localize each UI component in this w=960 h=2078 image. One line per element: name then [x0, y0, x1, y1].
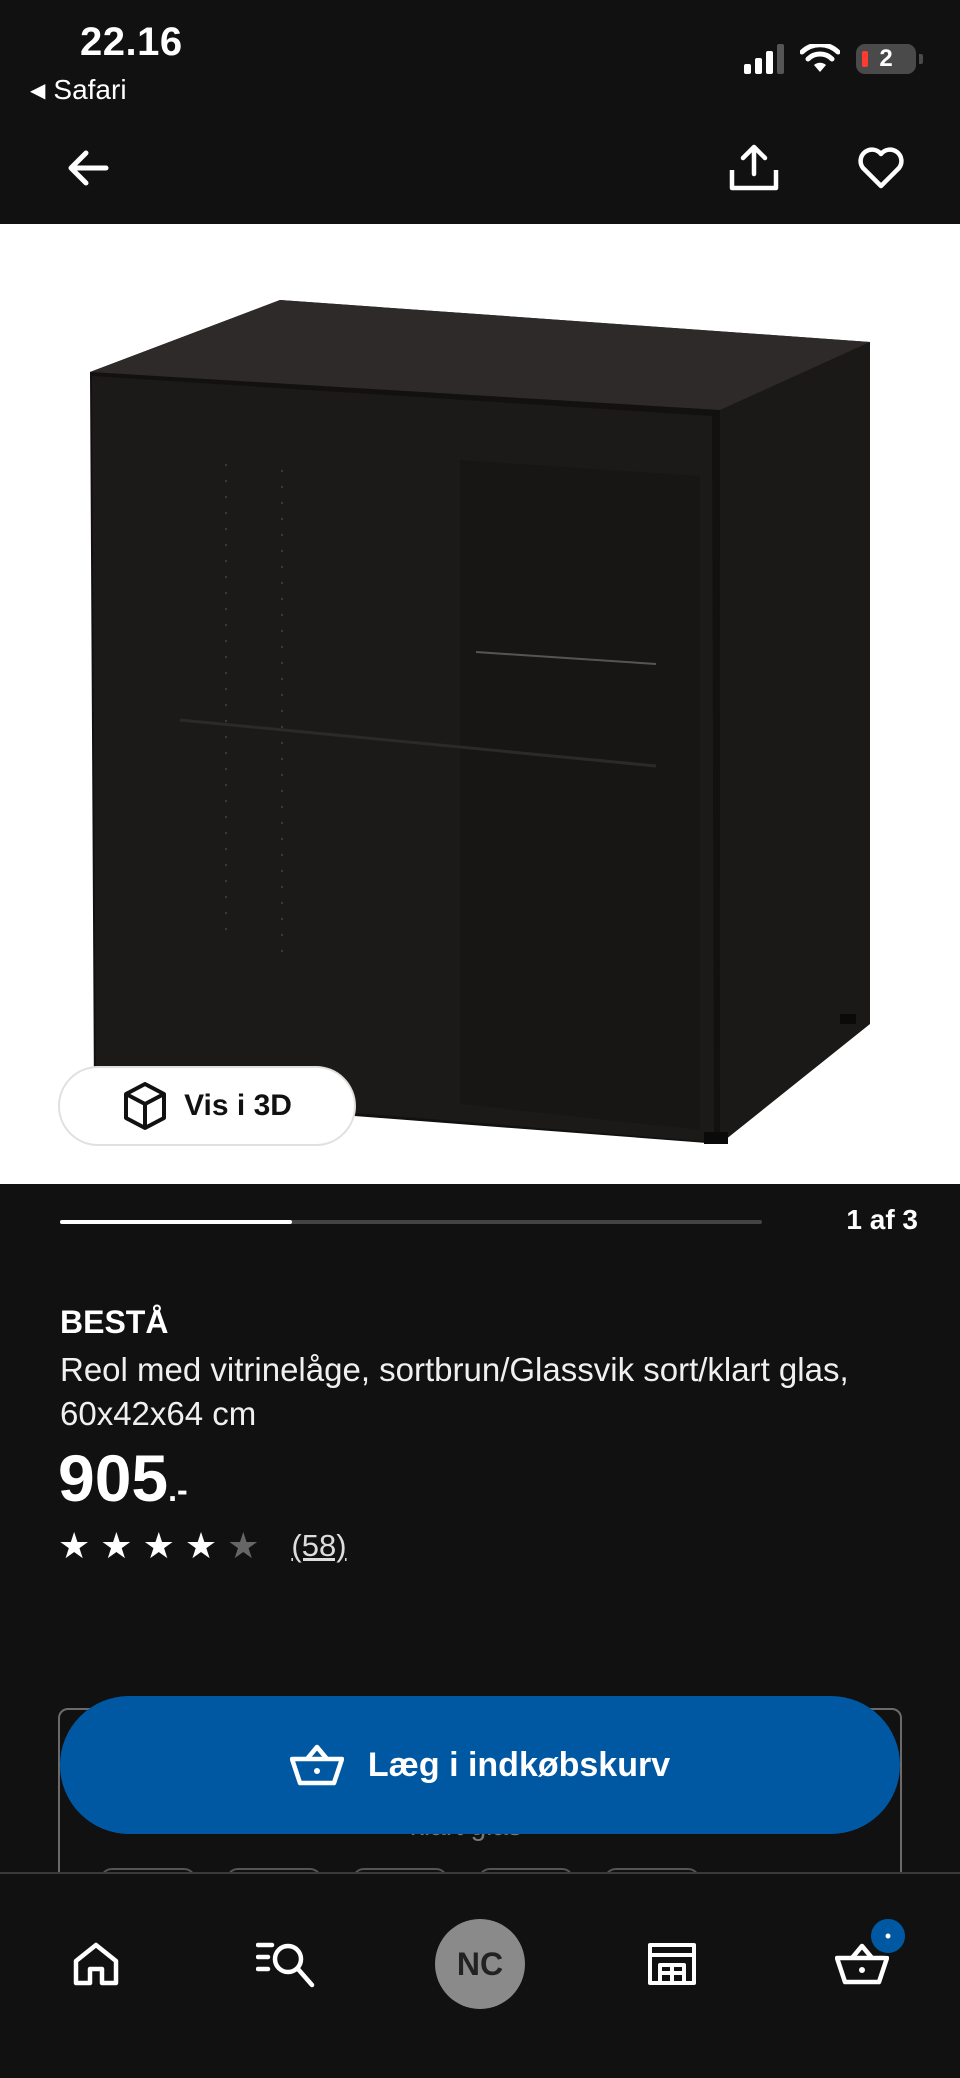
view-in-3d-label: Vis i 3D: [184, 1089, 292, 1122]
arrow-left-icon: [68, 150, 109, 186]
product-image[interactable]: [0, 224, 960, 1184]
price-value: 905: [58, 1441, 169, 1515]
status-indicators: 2: [744, 44, 923, 74]
star-icon: ★: [58, 1525, 91, 1566]
status-time: 22.16: [80, 20, 183, 64]
back-app-label: Safari: [53, 74, 127, 105]
store-icon: [648, 1943, 696, 1985]
back-to-app-link[interactable]: ◀ Safari: [30, 74, 127, 106]
star-icon: ★: [100, 1525, 133, 1566]
bottom-navigation: NC •: [0, 1872, 960, 2078]
price-suffix: .-: [168, 1472, 188, 1508]
basket-icon: [289, 1744, 344, 1786]
review-count-link[interactable]: (58): [291, 1528, 346, 1564]
back-triangle-icon: ◀: [30, 79, 46, 102]
product-description: Reol med vitrinelåge, sortbrun/Glassvik …: [60, 1351, 849, 1432]
share-icon: [729, 144, 779, 191]
nav-search[interactable]: [236, 1914, 336, 2014]
battery-icon: 2: [856, 44, 923, 74]
product-rating[interactable]: ★ ★ ★ ★ ★ (58): [58, 1528, 347, 1564]
search-icon: [256, 1942, 315, 1988]
avatar: NC: [435, 1919, 525, 2009]
star-icon: ★: [184, 1525, 218, 1566]
star-icon: ★: [227, 1525, 260, 1566]
favorite-button[interactable]: [841, 128, 921, 208]
heart-icon: [858, 147, 904, 189]
cellular-signal-icon: [744, 44, 784, 74]
nav-stores[interactable]: [622, 1914, 722, 2014]
battery-level: 2: [879, 45, 893, 72]
nav-profile[interactable]: NC: [430, 1914, 530, 2014]
product-price: 905 .-: [58, 1440, 188, 1516]
status-bar: 22.16 ◀ Safari 2: [0, 0, 960, 110]
cart-badge: •: [868, 1916, 908, 1956]
nav-home[interactable]: [46, 1914, 146, 2014]
share-button[interactable]: [714, 128, 794, 208]
wifi-icon: [800, 44, 840, 72]
cabinet-image: [90, 300, 870, 1144]
cube-icon: [124, 1082, 167, 1130]
view-in-3d-button[interactable]: Vis i 3D: [58, 1066, 356, 1146]
gallery-progress-fill: [60, 1220, 292, 1224]
nav-cart[interactable]: •: [812, 1914, 912, 2014]
star-icon: ★: [142, 1525, 175, 1566]
gallery-progress-track: [60, 1220, 762, 1224]
home-icon: [73, 1942, 119, 1986]
add-to-cart-button[interactable]: Læg i indkøbskurv: [60, 1696, 900, 1834]
add-to-cart-label: Læg i indkøbskurv: [367, 1745, 671, 1784]
product-brand: BESTÅ: [60, 1304, 169, 1340]
back-button[interactable]: [48, 128, 128, 208]
gallery-counter: 1 af 3: [846, 1204, 918, 1235]
app-bar: [0, 110, 960, 224]
